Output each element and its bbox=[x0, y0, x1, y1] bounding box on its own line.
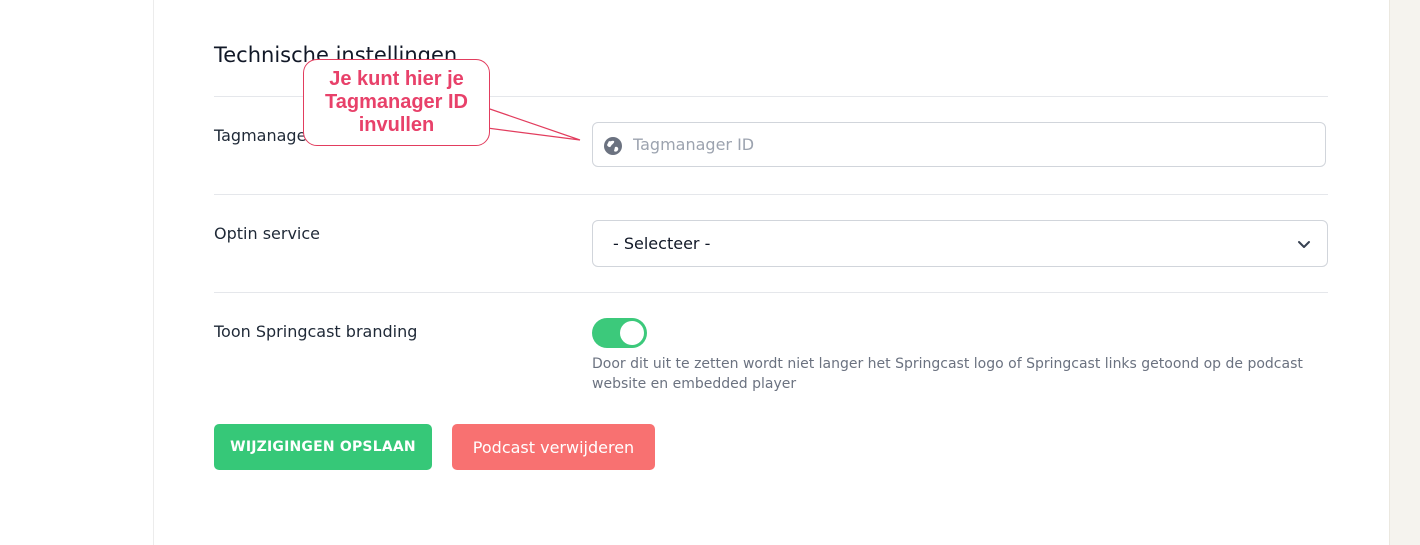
delete-podcast-button[interactable]: Podcast verwijderen bbox=[452, 424, 655, 470]
branding-label: Toon Springcast branding bbox=[214, 322, 418, 341]
divider bbox=[214, 194, 1328, 195]
branding-toggle[interactable] bbox=[592, 318, 647, 348]
right-gutter bbox=[1389, 0, 1420, 545]
chevron-down-icon bbox=[1298, 241, 1310, 248]
toggle-knob bbox=[620, 321, 644, 345]
divider bbox=[214, 292, 1328, 293]
optin-selected-value: - Selecteer - bbox=[613, 234, 711, 253]
branding-help-text: Door dit uit te zetten wordt niet langer… bbox=[592, 356, 1303, 392]
globe-icon bbox=[604, 137, 622, 155]
tagmanager-field[interactable] bbox=[592, 122, 1326, 167]
annotation-callout: Je kunt hier je Tagmanager ID invullen bbox=[303, 59, 490, 146]
tagmanager-input[interactable] bbox=[633, 123, 1293, 166]
save-button[interactable]: WIJZIGINGEN OPSLAAN bbox=[214, 424, 432, 470]
left-gutter bbox=[0, 0, 153, 545]
optin-label: Optin service bbox=[214, 224, 321, 243]
optin-select[interactable]: - Selecteer - bbox=[592, 220, 1328, 267]
